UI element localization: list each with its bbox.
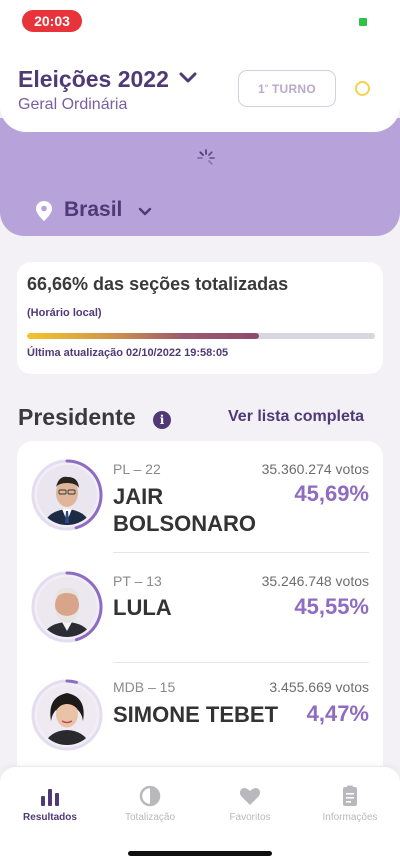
candidate-name: SIMONE TEBET: [113, 702, 279, 727]
candidate-votes: 35.246.748 votos: [261, 573, 369, 589]
candidate-photo: [31, 571, 103, 643]
candidate-photo: [31, 459, 103, 531]
bottom-nav: Resultados Totalização Favoritos Informa…: [0, 766, 400, 864]
update-status-dot: [355, 81, 370, 96]
nav-resultados[interactable]: Resultados: [0, 767, 100, 837]
nav-totalizacao[interactable]: Totalização: [100, 767, 200, 837]
candidate-row[interactable]: PT – 13 35.246.748 votos LULA 45,55%: [17, 553, 383, 663]
chevron-down-icon[interactable]: [178, 70, 198, 86]
candidate-votes: 35.360.274 votos: [261, 461, 369, 477]
candidate-row[interactable]: PL – 22 35.360.274 votos JAIR BOLSONARO …: [17, 441, 383, 553]
election-subtitle: Geral Ordinária: [18, 96, 128, 113]
nav-label: Favoritos: [229, 812, 271, 823]
location-selector[interactable]: Brasil: [64, 198, 122, 222]
pie-chart-icon: [139, 785, 161, 807]
location-pin-icon: [36, 201, 52, 221]
status-bar: 20:03: [0, 0, 400, 44]
nav-informacoes[interactable]: Informações: [300, 767, 400, 837]
info-icon[interactable]: i: [153, 411, 171, 429]
totalization-progress-bar: [27, 333, 375, 339]
totalization-card: 66,66% das seções totalizadas (Horário l…: [17, 262, 383, 374]
turno-button[interactable]: 1º TURNO: [238, 70, 336, 107]
chevron-down-icon[interactable]: [138, 206, 152, 217]
progress-fill: [27, 333, 259, 339]
candidate-list: PL – 22 35.360.274 votos JAIR BOLSONARO …: [17, 441, 383, 791]
election-title[interactable]: Eleições 2022: [18, 66, 169, 93]
location-band: Brasil: [0, 118, 400, 236]
candidate-votes: 3.455.669 votos: [269, 679, 369, 695]
candidate-party: PT – 13: [113, 573, 162, 589]
nav-label: Totalização: [124, 812, 176, 823]
nav-favoritos[interactable]: Favoritos: [200, 767, 300, 837]
loading-spinner-icon: [197, 149, 215, 165]
candidate-percent: 45,55%: [294, 594, 369, 619]
candidate-party: PL – 22: [113, 461, 161, 477]
avatar: [29, 569, 105, 645]
sections-totalized-text: 66,66% das seções totalizadas: [27, 274, 289, 294]
bar-chart-icon: [41, 789, 59, 806]
heart-icon: [239, 788, 261, 805]
home-indicator: [128, 851, 272, 856]
last-update-text: Última atualização 02/10/2022 19:58:05: [27, 347, 229, 359]
turno-ordinal: º: [264, 83, 269, 92]
local-time-label: (Horário local): [27, 307, 102, 319]
nav-label: Informações: [322, 812, 378, 823]
turno-label: TURNO: [271, 82, 317, 96]
candidate-name: JAIR BOLSONARO: [113, 484, 256, 536]
app-header: Eleições 2022 Geral Ordinária 1º TURNO: [0, 44, 400, 132]
candidate-photo: [31, 679, 103, 751]
turno-number: 1: [257, 82, 265, 96]
clipboard-icon: [343, 785, 357, 806]
candidate-name: LULA: [113, 595, 172, 620]
see-full-list-link[interactable]: Ver lista completa: [228, 408, 364, 426]
nav-label: Resultados: [23, 812, 77, 823]
status-time: 20:03: [22, 10, 82, 32]
battery-icon: [359, 18, 367, 26]
candidate-percent: 4,47%: [306, 701, 369, 726]
candidate-party: MDB – 15: [113, 679, 176, 695]
section-title: Presidente: [18, 404, 136, 430]
avatar: [29, 677, 105, 753]
avatar: [29, 457, 105, 533]
candidate-percent: 45,69%: [294, 481, 369, 506]
